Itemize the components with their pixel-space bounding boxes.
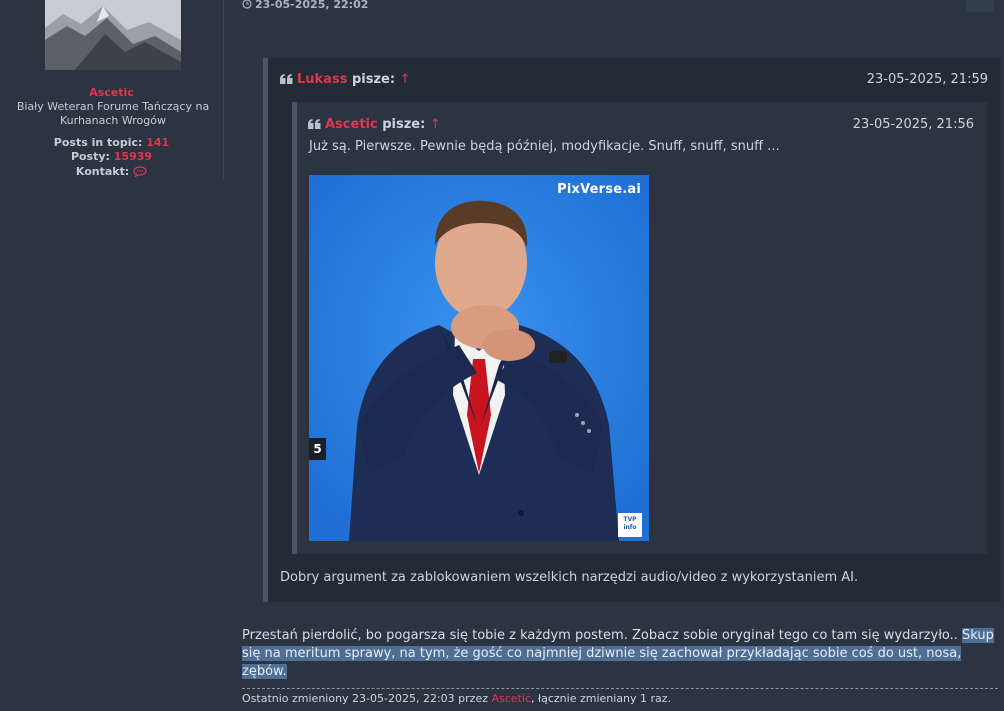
tvp-info-logo: TVP info — [618, 513, 642, 537]
edit-notice-user[interactable]: Ascetic — [492, 692, 532, 705]
tvp-logo-line1: TVP — [623, 516, 637, 523]
pixverse-watermark: PixVerse.ai — [557, 182, 641, 197]
tvp-logo-line2: info — [623, 524, 637, 531]
quote-date-inner: 23-05-2025, 21:56 — [852, 117, 974, 132]
tv-channel-badge: 5 — [309, 438, 326, 460]
quote-date-outer: 23-05-2025, 21:59 — [866, 72, 988, 87]
forum-post-page: Ascetic Biały Weteran Forume Tańczący na… — [0, 0, 1004, 711]
quote-block-outer: Lukass pisze: ↑ 23-05-2025, 21:59 Asceti… — [263, 58, 1001, 602]
edit-notice-prefix: Ostatnio zmieniony 23-05-2025, 22:03 prz… — [242, 692, 492, 705]
post-date: 23-05-2025, 22:02 — [242, 0, 368, 12]
quote-author-ascetic[interactable]: Ascetic — [325, 117, 378, 132]
post-date-text: 23-05-2025, 22:02 — [255, 0, 369, 11]
quote-jump-arrow[interactable]: ↑ — [400, 72, 411, 87]
edit-notice-suffix: , łącznie zmieniany 1 raz. — [531, 692, 672, 705]
author-rank: Biały Weteran Forume Tańczący na Kurhana… — [16, 100, 210, 127]
quote-text-inner: Już są. Pierwsze. Pewnie będą później, m… — [309, 139, 780, 154]
edit-notice: Ostatnio zmieniony 23-05-2025, 22:03 prz… — [242, 688, 998, 705]
post-count: Posty: 15939 — [0, 150, 223, 163]
posts-in-topic-value[interactable]: 141 — [146, 136, 169, 149]
quote-text-outer: Dobry argument za zablokowaniem wszelkic… — [280, 570, 859, 585]
post-count-label: Posty: — [70, 150, 110, 163]
quote-icon — [308, 118, 321, 133]
quote-block-inner: Ascetic pisze: ↑ 23-05-2025, 21:56 Już s… — [292, 102, 987, 554]
chat-icon[interactable] — [133, 166, 147, 180]
contact: Kontakt: — [0, 165, 223, 180]
quote-header-inner: Ascetic pisze: ↑ — [308, 117, 441, 133]
contact-label: Kontakt: — [75, 165, 130, 178]
post-body: Przestań pierdolić, bo pogarsza się tobi… — [242, 627, 998, 681]
author-profile: Ascetic Biały Weteran Forume Tańczący na… — [0, 0, 224, 180]
post-body-text: Przestań pierdolić, bo pogarsza się tobi… — [242, 628, 963, 643]
quote-author-lukass[interactable]: Lukass — [297, 72, 347, 87]
posts-in-topic-label: Posts in topic: — [53, 136, 143, 149]
clock-icon — [242, 0, 252, 12]
posts-in-topic: Posts in topic: 141 — [0, 136, 223, 149]
embedded-gif[interactable]: PixVerse.ai 5 TVP info — [309, 175, 649, 541]
quote-says: pisze: — [351, 72, 396, 87]
quote-icon — [280, 73, 293, 88]
post-count-value[interactable]: 15939 — [114, 150, 152, 163]
quote-says: pisze: — [382, 117, 426, 132]
quote-header-outer: Lukass pisze: ↑ — [280, 72, 411, 88]
avatar[interactable] — [45, 0, 181, 70]
quote-jump-arrow[interactable]: ↑ — [430, 117, 441, 132]
author-name[interactable]: Ascetic — [0, 86, 223, 99]
post-action-button[interactable] — [966, 0, 994, 12]
